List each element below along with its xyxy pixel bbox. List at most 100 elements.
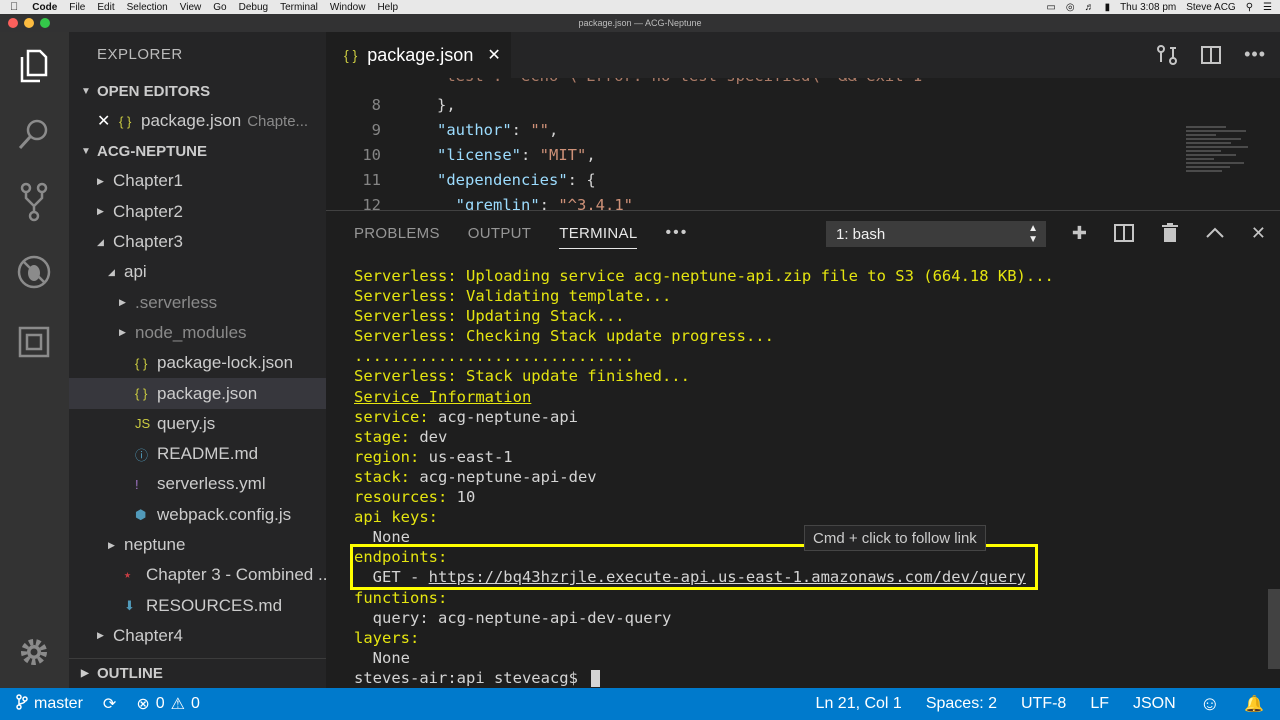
tree-item-label: Chapter4 [113, 625, 183, 645]
terminal-text: stage: [354, 427, 420, 446]
tree-item[interactable]: ⓘ README.md [69, 439, 326, 469]
terminal-text: Stack update finished... [465, 367, 690, 386]
tree-item[interactable]: ▶ Chapter4 [69, 621, 326, 651]
search-icon[interactable] [14, 114, 54, 154]
tree-item[interactable]: ⬇ RESOURCES.md [69, 590, 326, 620]
tree-item[interactable]: ⬢ webpack.config.js [69, 500, 326, 530]
more-tabs-button[interactable]: ••• [665, 224, 688, 242]
terminal-line: .............................. [354, 346, 1054, 366]
tree-item[interactable]: ▶ node_modules [69, 318, 326, 348]
outline-section[interactable]: ▶ OUTLINE [69, 658, 326, 688]
new-terminal-icon[interactable]: ✚ [1072, 223, 1087, 248]
language-mode[interactable]: JSON [1133, 695, 1176, 713]
close-icon[interactable]: ✕ [487, 45, 500, 65]
terminal-line: service: acg-neptune-api [354, 407, 1054, 427]
open-changes-icon[interactable] [1156, 44, 1178, 71]
code-view[interactable]: "test": "echo \"Error: no test specified… [326, 78, 1280, 217]
encoding[interactable]: UTF-8 [1021, 695, 1066, 713]
close-icon[interactable]: ✕ [97, 111, 119, 131]
cursor-position[interactable]: Ln 21, Col 1 [816, 695, 902, 713]
tab-problems[interactable]: PROBLEMS [354, 225, 440, 242]
tree-item[interactable]: ! serverless.yml [69, 469, 326, 499]
terminal-text: Validating template... [465, 287, 672, 306]
indentation[interactable]: Spaces: 2 [926, 695, 997, 713]
split-terminal-icon[interactable] [1113, 223, 1135, 248]
tab-package-json[interactable]: { } package.json ✕ [326, 32, 511, 78]
split-editor-icon[interactable] [1200, 44, 1222, 71]
terminal-select[interactable]: 1: bash ▲ ▼ [826, 221, 1046, 247]
branch-indicator[interactable]: master [16, 693, 83, 715]
terminal-text: layers: [354, 628, 420, 647]
source-control-icon[interactable] [14, 182, 54, 222]
menu-go[interactable]: Go [213, 2, 226, 13]
tree-item-label: query.js [157, 413, 216, 433]
maximize-panel-icon[interactable] [1205, 223, 1225, 248]
menu-view[interactable]: View [180, 2, 202, 13]
spotlight-icon[interactable]: ⚲ [1246, 2, 1253, 13]
extensions-icon[interactable] [14, 322, 54, 362]
apple-icon[interactable]:  [10, 1, 18, 13]
menu-debug[interactable]: Debug [239, 2, 268, 13]
menu-app-name[interactable]: Code [32, 2, 57, 13]
tree-item[interactable]: { } package-lock.json [69, 348, 326, 378]
minimize-window-button[interactable] [24, 18, 34, 28]
tab-terminal[interactable]: TERMINAL [559, 225, 638, 249]
terminal-line: query: acg-neptune-api-dev-query [354, 608, 1054, 628]
tree-item[interactable]: ◢ Chapter3 [69, 227, 326, 257]
sync-icon[interactable]: ⟳ [103, 694, 116, 714]
link-hover-tooltip: Cmd + click to follow link [804, 525, 986, 551]
explorer-icon[interactable] [14, 46, 54, 86]
project-section[interactable]: ▼ ACG-NEPTUNE [69, 136, 326, 166]
bell-icon[interactable]: 🔔 [1244, 694, 1264, 714]
open-editors-section[interactable]: ▼ OPEN EDITORS [69, 76, 326, 106]
panel-header: PROBLEMS OUTPUT TERMINAL ••• 1: bash ▲ ▼ … [326, 211, 1280, 255]
close-window-button[interactable] [8, 18, 18, 28]
terminal-text: Service Information [354, 387, 532, 406]
debug-icon[interactable] [14, 252, 54, 292]
menu-help[interactable]: Help [377, 2, 398, 13]
menu-file[interactable]: File [69, 2, 85, 13]
end-of-line[interactable]: LF [1090, 695, 1109, 713]
chevron-right-icon: ▶ [119, 327, 126, 338]
menu-window[interactable]: Window [330, 2, 366, 13]
screen-icon[interactable]: ▭ [1046, 2, 1055, 13]
terminal-line: Serverless: Checking Stack update progre… [354, 326, 1054, 346]
open-editor-item[interactable]: ✕ { } package.json Chapte... [69, 106, 326, 136]
terminal-text: api keys: [354, 508, 438, 527]
user-name[interactable]: Steve ACG [1186, 2, 1235, 13]
menu-terminal[interactable]: Terminal [280, 2, 318, 13]
notification-center-icon[interactable]: ☰ [1263, 2, 1272, 13]
tree-item[interactable]: ▶ .serverless [69, 287, 326, 317]
tree-item-label: neptune [124, 535, 186, 554]
tree-item[interactable]: { } package.json [69, 378, 326, 409]
more-actions-icon[interactable]: ••• [1244, 44, 1266, 71]
trash-icon[interactable] [1161, 223, 1179, 248]
open-editor-name: package.json [141, 111, 242, 131]
warning-count: 0 [190, 695, 200, 712]
tree-item[interactable]: ◢ api [69, 257, 326, 287]
chevron-right-icon: ▶ [97, 206, 104, 217]
smiley-feedback-icon[interactable]: ☺ [1200, 693, 1220, 716]
chevron-down-icon: ▼ [81, 85, 91, 97]
tree-item[interactable]: JS query.js [69, 409, 326, 439]
battery-icon[interactable]: ▮ [1105, 2, 1111, 13]
tree-item[interactable]: ▶ Chapter2 [69, 197, 326, 227]
tab-output[interactable]: OUTPUT [468, 225, 531, 242]
close-panel-icon[interactable]: ✕ [1251, 223, 1266, 248]
minimap[interactable] [1186, 126, 1256, 186]
tree-item[interactable]: ⭑ Chapter 3 - Combined ... [69, 560, 326, 590]
terminal-scrollbar[interactable] [1268, 589, 1280, 669]
zoom-window-button[interactable] [40, 18, 50, 28]
gear-icon[interactable] [14, 632, 54, 672]
menu-edit[interactable]: Edit [97, 2, 114, 13]
clock[interactable]: Thu 3:08 pm [1120, 2, 1176, 13]
tab-label: package.json [367, 44, 474, 65]
terminal-output[interactable]: Serverless: Uploading service acg-neptun… [354, 266, 1054, 688]
tree-item[interactable]: ▶ Chapter1 [69, 166, 326, 196]
volume-icon[interactable]: ♬ [1085, 2, 1095, 13]
error-count: 0 [155, 695, 165, 712]
wifi-icon[interactable]: ◎ [1066, 2, 1075, 13]
tree-item[interactable]: ▶ neptune [69, 530, 326, 560]
menu-selection[interactable]: Selection [127, 2, 168, 13]
problems-indicator[interactable]: ⊗ 0 ⚠ 0 [136, 694, 200, 714]
